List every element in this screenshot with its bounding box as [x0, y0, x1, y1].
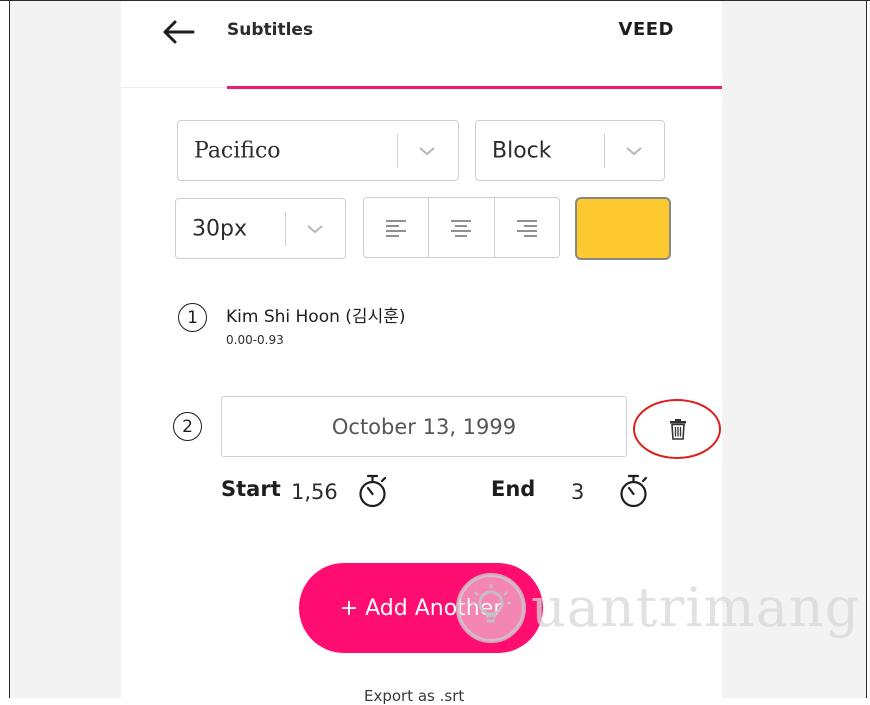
end-time-value[interactable]: 3 — [571, 480, 584, 504]
subtitles-panel: Subtitles VEED Pacifico Block 30px 1 Kim… — [121, 1, 722, 705]
select-separator — [604, 134, 605, 168]
left-gutter — [10, 1, 121, 698]
back-arrow-icon[interactable] — [161, 19, 195, 45]
subtitle-number-badge: 1 — [178, 303, 207, 332]
align-right-icon — [516, 219, 537, 237]
align-left-button[interactable] — [364, 198, 428, 257]
subtitle-text[interactable]: Kim Shi Hoon (김시훈) — [226, 302, 405, 327]
brand-logo: VEED — [618, 19, 674, 40]
trash-icon — [670, 419, 686, 440]
end-label: End — [491, 477, 536, 501]
start-label: Start — [221, 477, 281, 501]
right-gutter — [722, 1, 866, 698]
active-tab-indicator — [227, 86, 722, 89]
align-center-button[interactable] — [428, 198, 493, 257]
text-alignment-group — [363, 197, 560, 258]
align-left-icon — [386, 219, 407, 237]
delete-subtitle-button[interactable] — [660, 412, 696, 446]
page-title: Subtitles — [227, 20, 314, 40]
subtitle-number-badge: 2 — [173, 412, 202, 441]
start-stopwatch-icon[interactable] — [357, 474, 389, 510]
start-time-value[interactable]: 1,56 — [291, 480, 338, 504]
frame-border-right — [866, 0, 867, 698]
chevron-down-icon — [419, 146, 435, 155]
align-right-button[interactable] — [493, 198, 559, 257]
font-size-select-value: 30px — [192, 216, 247, 241]
export-srt-link[interactable]: Export as .srt — [364, 687, 464, 705]
frame-border-left — [9, 0, 10, 698]
text-color-swatch[interactable] — [575, 197, 671, 260]
font-select-value: Pacifico — [194, 138, 281, 163]
style-select-value: Block — [492, 138, 552, 163]
subtitle-text-input[interactable] — [221, 396, 627, 457]
align-center-icon — [451, 219, 472, 237]
chevron-down-icon — [626, 146, 642, 155]
end-stopwatch-icon[interactable] — [618, 474, 650, 510]
add-another-button[interactable]: + Add Another — [299, 563, 543, 653]
select-separator — [285, 212, 286, 246]
style-select[interactable]: Block — [475, 120, 665, 181]
font-select[interactable]: Pacifico — [177, 120, 459, 181]
font-size-select[interactable]: 30px — [175, 198, 346, 259]
select-separator — [397, 134, 398, 168]
chevron-down-icon — [307, 224, 323, 233]
subtitle-time-range: 0.00-0.93 — [226, 333, 284, 347]
